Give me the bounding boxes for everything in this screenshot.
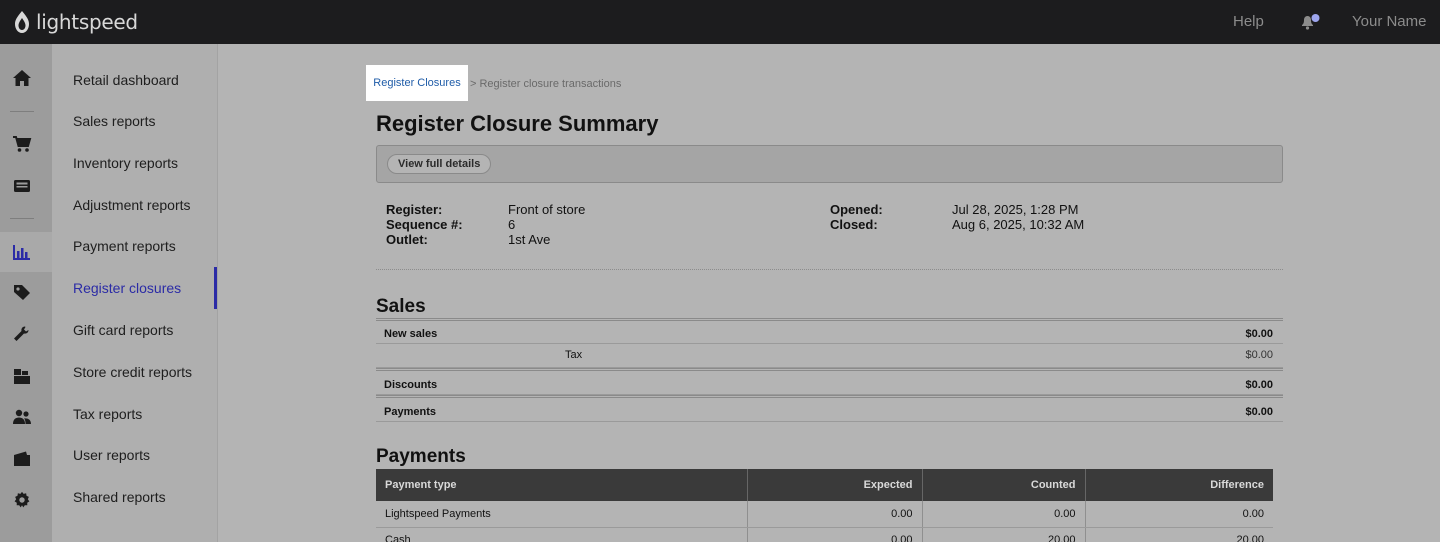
payments-label: Payments [384, 406, 436, 418]
page-title: Register Closure Summary [376, 111, 659, 136]
subnav-item-tax-reports[interactable]: Tax reports [73, 406, 142, 422]
help-link[interactable]: Help [1233, 13, 1264, 30]
subnav-item-payment-reports[interactable]: Payment reports [73, 238, 176, 254]
register-label: Register: [386, 202, 443, 217]
sales-row-discounts: Discounts $0.00 [376, 368, 1283, 395]
user-menu[interactable]: Your Name [1352, 13, 1427, 30]
counted-cell: 20.00 [922, 527, 1086, 542]
sequence-value: 6 [508, 217, 516, 232]
tag-icon[interactable] [12, 282, 32, 302]
payments-section-title: Payments [376, 446, 466, 467]
tax-value: $0.00 [1245, 349, 1273, 361]
lightspeed-logo[interactable]: lightspeed [13, 8, 138, 36]
view-full-details-button[interactable]: View full details [387, 154, 492, 174]
table-row: Lightspeed Payments 0.00 0.00 0.00 [376, 501, 1273, 528]
logo-text: lightspeed [36, 10, 138, 34]
subnav-item-sales-reports[interactable]: Sales reports [73, 113, 155, 129]
notifications-bell-icon[interactable] [1299, 13, 1321, 31]
customers-icon[interactable] [12, 407, 32, 427]
reports-icon[interactable] [12, 242, 32, 262]
column-header-expected[interactable]: Expected [747, 469, 923, 501]
tax-label: Tax [565, 349, 583, 361]
wrench-icon[interactable] [12, 324, 32, 344]
payment-type-cell: Cash [376, 527, 748, 542]
breadcrumb-current: > Register closure transactions [470, 78, 622, 90]
reports-subnav: Retail dashboard Sales reports Inventory… [52, 44, 218, 542]
expected-cell: 0.00 [747, 501, 923, 528]
rail-divider [10, 218, 34, 219]
column-header-difference[interactable]: Difference [1085, 469, 1273, 501]
subnav-item-register-closures[interactable]: Register closures [73, 280, 181, 296]
closed-label: Closed: [830, 217, 878, 232]
expected-cell: 0.00 [747, 527, 923, 542]
subnav-item-user-reports[interactable]: User reports [73, 447, 150, 463]
column-header-counted[interactable]: Counted [922, 469, 1086, 501]
register-value: Front of store [508, 202, 586, 217]
payments-header-row: Payment type Expected Counted Difference [376, 469, 1273, 501]
discounts-label: Discounts [384, 379, 438, 391]
register-icon[interactable] [12, 176, 32, 196]
rail-divider [10, 111, 34, 112]
sales-table: New sales $0.00 Tax $0.00 Discounts $0.0… [376, 318, 1283, 422]
breadcrumb-register-closures-link[interactable]: Register Closures [366, 65, 468, 101]
closed-value: Aug 6, 2025, 10:32 AM [952, 217, 1085, 232]
payments-value: $0.00 [1245, 406, 1273, 418]
outlet-label: Outlet: [386, 232, 428, 247]
icon-rail [0, 44, 52, 542]
subnav-item-inventory-reports[interactable]: Inventory reports [73, 155, 178, 171]
sales-row-payments: Payments $0.00 [376, 395, 1283, 422]
new-sales-value: $0.00 [1245, 328, 1273, 340]
wallet-icon[interactable] [12, 449, 32, 469]
inventory-icon[interactable] [12, 366, 32, 386]
sales-section-title: Sales [376, 296, 426, 317]
difference-cell: 0.00 [1085, 501, 1273, 528]
discounts-value: $0.00 [1245, 379, 1273, 391]
new-sales-label: New sales [384, 328, 438, 340]
column-header-payment-type[interactable]: Payment type [376, 469, 748, 501]
details-toolbar: View full details [376, 145, 1283, 183]
subnav-item-retail-dashboard[interactable]: Retail dashboard [73, 72, 179, 88]
difference-cell: 20.00 [1085, 527, 1273, 542]
counted-cell: 0.00 [922, 501, 1086, 528]
outlet-value: 1st Ave [508, 232, 551, 247]
flame-icon [15, 11, 29, 33]
opened-value: Jul 28, 2025, 1:28 PM [952, 202, 1079, 217]
summary-divider [376, 269, 1283, 270]
sales-row-tax: Tax $0.00 [376, 344, 1283, 368]
cart-icon[interactable] [12, 134, 32, 154]
sequence-label: Sequence #: [386, 217, 463, 232]
opened-label: Opened: [830, 202, 883, 217]
subnav-item-store-credit-reports[interactable]: Store credit reports [73, 364, 192, 380]
subnav-item-adjustment-reports[interactable]: Adjustment reports [73, 197, 191, 213]
sales-row-new-sales: New sales $0.00 [376, 318, 1283, 344]
subnav-item-shared-reports[interactable]: Shared reports [73, 489, 166, 505]
top-bar: lightspeed Help Your Name [0, 0, 1440, 44]
payments-table: Payment type Expected Counted Difference… [376, 469, 1273, 542]
gear-icon[interactable] [12, 490, 32, 510]
table-row: Cash 0.00 20.00 20.00 [376, 527, 1273, 542]
subnav-item-gift-card-reports[interactable]: Gift card reports [73, 322, 173, 338]
active-indicator [214, 267, 217, 309]
home-icon[interactable] [12, 68, 32, 88]
payment-type-cell: Lightspeed Payments [376, 501, 748, 528]
